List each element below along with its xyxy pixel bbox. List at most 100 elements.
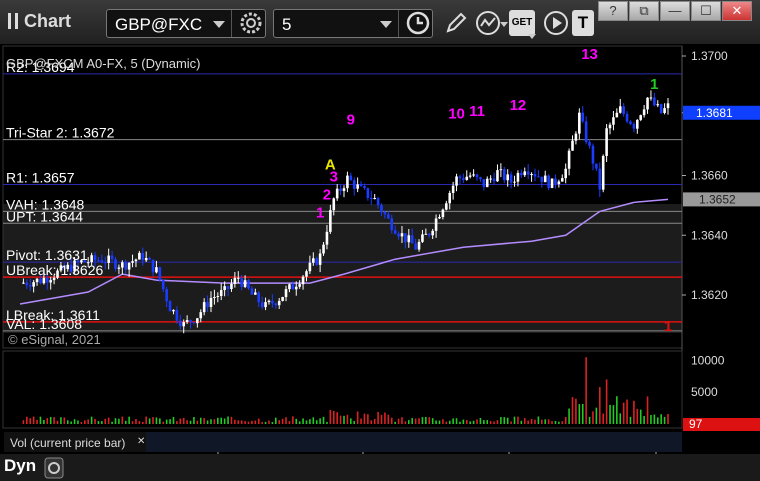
candle-body	[632, 124, 636, 129]
volume-title: Vol (current price bar)	[10, 436, 125, 450]
candle-body	[281, 297, 284, 301]
candle-body	[267, 300, 271, 303]
study-annotation: 12	[510, 97, 527, 114]
interval-dropdown-icon[interactable]	[380, 21, 392, 28]
volume-tick-label: 10000	[691, 353, 725, 367]
candle-body	[485, 178, 489, 188]
candle-body	[247, 280, 250, 289]
candle-body	[387, 214, 390, 219]
clock-icon[interactable]	[405, 10, 431, 36]
study-icon[interactable]	[475, 10, 501, 36]
candle-body	[472, 174, 475, 176]
restore-button[interactable]: ⧉	[629, 1, 659, 21]
candle-body	[608, 124, 612, 129]
level-label: Pivot: 1.3631	[6, 247, 88, 263]
link-icon[interactable]	[44, 457, 64, 479]
y-tick-label: 1.3640	[691, 228, 728, 242]
volume-collapse-icon[interactable]: ✕	[137, 436, 145, 447]
candle-body	[148, 257, 151, 260]
settings-gear-icon[interactable]	[238, 10, 264, 36]
status-bar	[0, 454, 760, 481]
candle-body	[110, 255, 114, 260]
candle-body	[332, 198, 336, 211]
volume-scrollbar[interactable]	[146, 432, 682, 452]
candle-body	[168, 301, 172, 312]
candle-body	[475, 174, 479, 178]
candle-body	[294, 286, 298, 290]
candle-body	[465, 176, 469, 180]
get-dropdown-icon[interactable]	[528, 34, 536, 39]
candle-body	[663, 108, 666, 113]
symbol-dropdown-icon[interactable]	[213, 21, 225, 28]
text-icon[interactable]: T	[572, 10, 594, 36]
candle-body	[462, 178, 465, 180]
candle-body	[581, 112, 585, 122]
level-label: UPT: 1.3644	[6, 208, 83, 224]
candle-body	[219, 290, 223, 297]
candle-body	[502, 169, 506, 181]
candle-body	[240, 277, 243, 287]
symbol-divider	[231, 10, 232, 37]
candle-body	[492, 178, 496, 182]
candle-body	[410, 235, 414, 244]
candle-body	[233, 277, 237, 284]
play-icon[interactable]	[543, 10, 569, 36]
candle-body	[325, 231, 329, 245]
chart-area[interactable]: 123A9 10 11 121311 R2: 1.3694Tri-Star 2: 1.…	[0, 44, 760, 454]
candle-body	[653, 97, 656, 106]
candle-body	[339, 188, 342, 191]
candle-body	[93, 255, 97, 261]
candle-body	[342, 188, 346, 191]
candle-body	[390, 218, 394, 231]
candle-body	[288, 284, 291, 290]
candle-body	[533, 174, 537, 177]
upt-price-label: 1.3652	[699, 192, 736, 206]
candle-body	[523, 171, 527, 176]
candle-body	[383, 212, 387, 215]
maximize-button[interactable]: ☐	[691, 1, 721, 21]
level-label: UBreak: 1.3626	[6, 262, 103, 278]
candle-body	[659, 104, 663, 113]
candle-body	[622, 106, 625, 114]
drag-handle-icon[interactable]	[8, 13, 18, 29]
candle-body	[537, 176, 540, 178]
candle-body	[349, 175, 353, 181]
minimize-button[interactable]: —	[660, 1, 690, 21]
study-dropdown-icon[interactable]	[500, 22, 508, 27]
candle-body	[318, 253, 322, 265]
candle-body	[141, 252, 145, 261]
candle-body	[557, 181, 561, 184]
candle-body	[182, 322, 186, 327]
candle-body	[131, 261, 134, 263]
help-button[interactable]: ?	[598, 1, 628, 21]
candle-body	[414, 243, 417, 250]
get-icon[interactable]: GET	[509, 10, 535, 36]
candle-body	[421, 234, 424, 242]
candle-body	[335, 188, 339, 199]
candle-body	[407, 235, 411, 243]
candle-body	[482, 179, 486, 188]
candle-body	[468, 175, 472, 177]
pencil-icon[interactable]	[443, 10, 469, 36]
candle-body	[564, 168, 567, 179]
candle-body	[250, 288, 254, 295]
candle-body	[625, 113, 629, 122]
candle-body	[230, 283, 233, 289]
candle-body	[578, 112, 581, 134]
volume-pane	[2, 350, 683, 429]
candle-body	[615, 112, 619, 118]
candle-body	[448, 192, 452, 204]
candle-body	[175, 309, 179, 321]
candle-body	[127, 262, 131, 270]
chart-title-label: Chart	[24, 11, 72, 31]
close-button[interactable]: ✕	[722, 1, 752, 21]
candle-body	[543, 175, 547, 183]
candle-body	[550, 178, 554, 188]
candle-body	[151, 259, 155, 273]
candle-body	[451, 185, 455, 193]
candle-body	[509, 174, 513, 183]
candle-body	[305, 271, 308, 277]
candle-body	[308, 262, 312, 272]
candle-body	[520, 172, 523, 176]
dynamic-label: Dyn	[4, 456, 37, 475]
